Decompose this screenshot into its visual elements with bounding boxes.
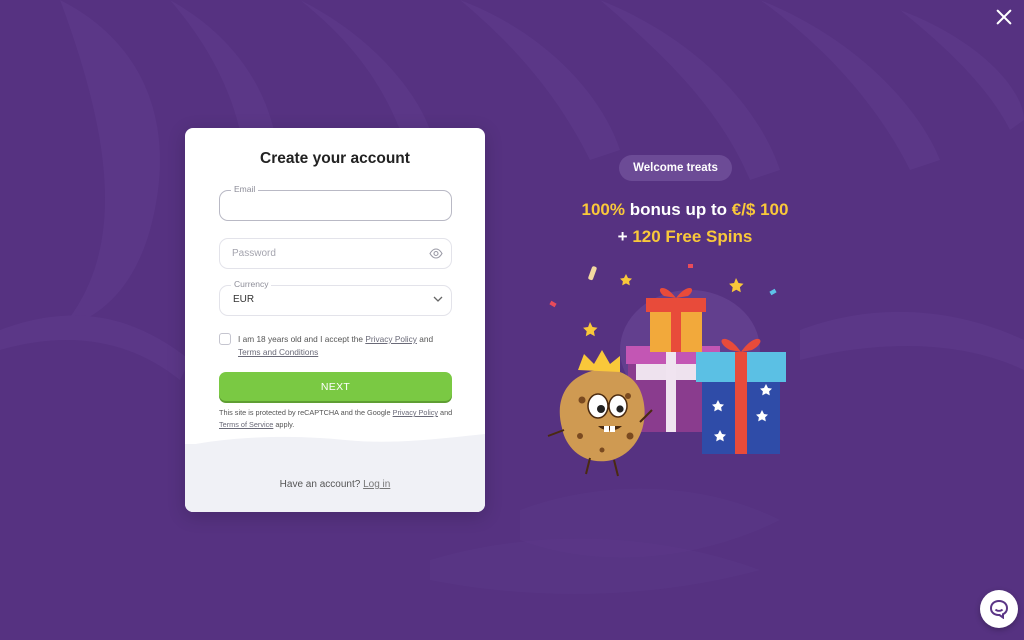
bonus-line: 100% bonus up to €/$ 100 bbox=[581, 200, 789, 219]
login-prompt: Have an account? Log in bbox=[279, 479, 391, 490]
consent-checkbox[interactable] bbox=[219, 333, 231, 345]
email-field[interactable]: Email bbox=[219, 184, 452, 221]
email-input[interactable] bbox=[232, 191, 422, 220]
recaptcha-privacy-link[interactable]: Privacy Policy bbox=[393, 408, 438, 417]
consent-text: I am 18 years old and I accept the Priva… bbox=[238, 334, 434, 357]
signup-card: Create your account Email Currency EUR I… bbox=[185, 128, 485, 512]
chat-icon bbox=[989, 599, 1009, 619]
chat-button[interactable] bbox=[980, 590, 1018, 628]
footer-wave bbox=[185, 434, 485, 446]
cookie-gifts-illustration bbox=[547, 264, 786, 477]
background-decoration bbox=[0, 0, 1024, 594]
recaptcha-terms-link[interactable]: Terms of Service bbox=[219, 420, 273, 429]
next-button[interactable]: NEXT bbox=[219, 372, 452, 401]
card-footer: Have an account? Log in bbox=[185, 434, 485, 512]
welcome-badge: Welcome treats bbox=[619, 155, 732, 181]
form-title: Create your account bbox=[260, 150, 410, 167]
terms-link[interactable]: Terms and Conditions bbox=[238, 347, 318, 357]
currency-select[interactable]: Currency EUR bbox=[219, 279, 452, 316]
free-spins-line: + 120 Free Spins bbox=[617, 227, 753, 246]
currency-value: EUR bbox=[233, 294, 255, 305]
eye-icon[interactable] bbox=[429, 248, 443, 259]
privacy-policy-link[interactable]: Privacy Policy bbox=[365, 334, 417, 344]
password-field[interactable] bbox=[219, 238, 452, 269]
password-input[interactable] bbox=[232, 239, 422, 268]
currency-label: Currency bbox=[231, 279, 272, 289]
chevron-down-icon bbox=[433, 296, 443, 302]
login-link[interactable]: Log in bbox=[363, 479, 390, 490]
close-icon[interactable] bbox=[992, 6, 1016, 30]
recaptcha-notice: This site is protected by reCAPTCHA and … bbox=[219, 408, 453, 429]
